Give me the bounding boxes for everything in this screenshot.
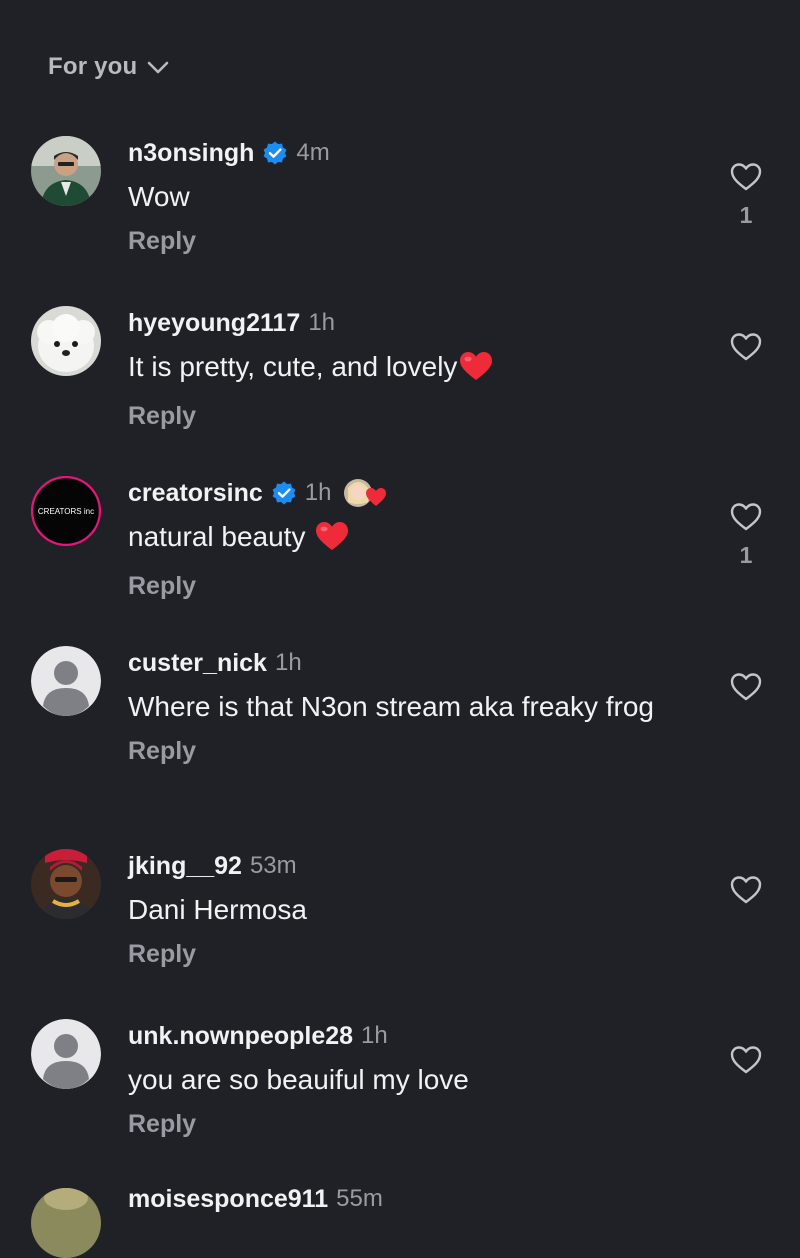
chevron-down-icon <box>145 54 171 80</box>
avatar[interactable] <box>31 306 101 376</box>
comment-text: Dani Hermosa <box>128 894 307 925</box>
comment-time: 1h <box>304 479 332 506</box>
comment-text: Where is that N3on stream aka freaky fro… <box>128 691 654 722</box>
comment-username[interactable]: custer_nick <box>128 649 267 678</box>
comment-time: 4m <box>296 139 330 166</box>
heart-outline-icon[interactable] <box>729 160 763 194</box>
heart-outline-icon[interactable] <box>729 873 763 907</box>
comment-text-line: natural beauty <box>128 520 688 559</box>
like-control <box>726 1043 766 1077</box>
like-count: 1 <box>739 202 753 228</box>
comment-time: 53m <box>249 852 297 879</box>
reply-button[interactable]: Reply <box>128 734 196 768</box>
like-control <box>726 873 766 907</box>
like-control <box>726 670 766 704</box>
comment-text: you are so beauiful my love <box>128 1064 469 1095</box>
like-control: 1 <box>726 160 766 228</box>
avatar[interactable] <box>31 1188 101 1258</box>
comment-username[interactable]: n3onsingh <box>128 139 254 168</box>
heart-outline-icon[interactable] <box>729 1043 763 1077</box>
comment-username[interactable]: unk.nownpeople28 <box>128 1022 353 1051</box>
heart-outline-icon[interactable] <box>729 500 763 534</box>
verified-badge-icon <box>262 140 288 166</box>
comment-time: 55m <box>336 1185 383 1212</box>
comment-username[interactable]: hyeyoung2117 <box>128 309 300 338</box>
red-heart-emoji-icon <box>459 351 493 389</box>
avatar[interactable] <box>31 136 101 206</box>
reply-button[interactable]: Reply <box>128 224 196 258</box>
heart-outline-icon[interactable] <box>729 670 763 704</box>
reply-button[interactable]: Reply <box>128 937 196 971</box>
avatar-logo-text: CREATORS inc <box>38 507 94 516</box>
avatar[interactable] <box>31 849 101 919</box>
comment-username[interactable]: jking__92 <box>128 852 242 881</box>
red-heart-emoji-icon <box>315 521 349 559</box>
comment-text-line: It is pretty, cute, and lovely <box>128 350 688 389</box>
heart-outline-icon[interactable] <box>729 330 763 364</box>
like-control: 1 <box>726 500 766 568</box>
avatar[interactable]: CREATORS inc <box>31 476 101 546</box>
reply-button[interactable]: Reply <box>128 1107 196 1141</box>
like-control <box>726 330 766 364</box>
default-avatar-icon[interactable] <box>31 646 101 716</box>
like-count: 1 <box>739 542 753 568</box>
comment-time: 1h <box>274 649 302 676</box>
comment-username[interactable]: creatorsinc <box>128 479 263 508</box>
comment-text: Wow <box>128 181 190 212</box>
sort-label: For you <box>48 53 138 80</box>
comment-username[interactable]: moisesponce911 <box>128 1185 328 1214</box>
sort-selector[interactable]: For you <box>48 50 171 84</box>
creator-liked-indicator <box>342 476 394 510</box>
comment-text: It is pretty, cute, and lovely <box>128 351 458 382</box>
reply-button[interactable]: Reply <box>128 569 196 603</box>
verified-badge-icon <box>271 480 297 506</box>
default-avatar-icon[interactable] <box>31 1019 101 1089</box>
comment-time: 1h <box>361 1022 388 1049</box>
comment-text: natural beauty <box>128 521 306 552</box>
comment-time: 1h <box>308 309 336 336</box>
reply-button[interactable]: Reply <box>128 399 196 433</box>
